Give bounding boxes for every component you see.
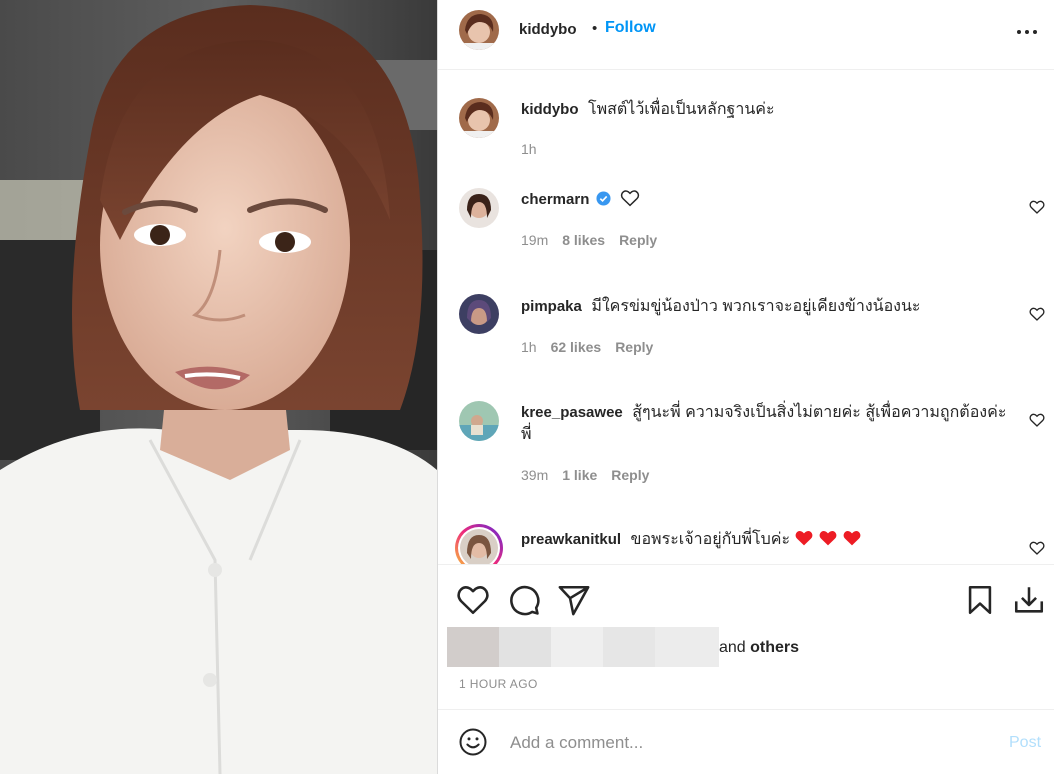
comment-avatar-image bbox=[459, 294, 499, 334]
likes-and-text: and bbox=[719, 639, 746, 656]
comment-text-block: preawkanitkul ขอพระเจ้าอยู่กับพี่โบค่ะ bbox=[521, 529, 1011, 551]
comment-like-heart-icon[interactable] bbox=[1029, 540, 1045, 556]
comment-avatar[interactable] bbox=[459, 294, 499, 334]
comment-avatar-image bbox=[459, 401, 499, 441]
caption-meta: 1h bbox=[521, 141, 551, 157]
comment-time[interactable]: 19m bbox=[521, 232, 548, 248]
comment-avatar-story-ring[interactable] bbox=[455, 524, 503, 564]
blurred-avatar bbox=[551, 627, 603, 667]
send-icon[interactable] bbox=[557, 583, 591, 617]
comment-avatar[interactable] bbox=[459, 188, 499, 228]
likes-others-link[interactable]: others bbox=[750, 639, 799, 656]
comment-time[interactable]: 39m bbox=[521, 467, 548, 483]
comment-likes[interactable]: 62 likes bbox=[551, 339, 602, 355]
comment-likes[interactable]: 1 like bbox=[562, 467, 597, 483]
author-avatar-image bbox=[459, 10, 499, 50]
comment-like-heart-icon[interactable] bbox=[1029, 199, 1045, 215]
comment-text-block: pimpaka มีใครข่มขู่น้องป่าว พวกเราจะอยู่… bbox=[521, 296, 1011, 318]
comment-username[interactable]: preawkanitkul bbox=[521, 531, 621, 548]
blurred-avatar bbox=[447, 627, 499, 667]
comment-time[interactable]: 1h bbox=[521, 339, 537, 355]
blurred-avatar bbox=[655, 627, 719, 667]
author-avatar[interactable] bbox=[459, 10, 499, 50]
comment-username[interactable]: kree_pasawee bbox=[521, 404, 623, 421]
post-header: kiddybo • Follow bbox=[438, 0, 1054, 70]
comment-reply-button[interactable]: Reply bbox=[611, 467, 649, 483]
post-panel: kiddybo • Follow kiddybo โพสต์ไว้เพื่อเป… bbox=[437, 0, 1054, 774]
comment-likes[interactable]: 8 likes bbox=[562, 232, 605, 248]
more-horizontal-icon[interactable] bbox=[1015, 20, 1039, 44]
comment-like-heart-icon[interactable] bbox=[1029, 412, 1045, 428]
comment-text-block: kree_pasawee สู้ๆนะพี่ ความจริงเป็นสิ่งไ… bbox=[521, 402, 1011, 446]
caption-avatar[interactable] bbox=[459, 98, 499, 138]
add-comment-input[interactable] bbox=[508, 730, 992, 756]
comment-like-heart-icon[interactable] bbox=[1029, 306, 1045, 322]
comment-text-block: chermarn bbox=[521, 189, 1011, 211]
comment-icon[interactable] bbox=[507, 583, 541, 617]
post-timestamp[interactable]: 1 HOUR AGO bbox=[459, 677, 538, 691]
comment-text: มีใครข่มขู่น้องป่าว พวกเราจะอยู่เคียงข้า… bbox=[591, 298, 921, 315]
action-bar: and others 1 HOUR AGO bbox=[438, 564, 1054, 709]
comment-reply-button[interactable]: Reply bbox=[619, 232, 657, 248]
comment-meta: 1h 62 likes Reply bbox=[521, 339, 667, 355]
comment-reply-button[interactable]: Reply bbox=[615, 339, 653, 355]
comment-username[interactable]: chermarn bbox=[521, 191, 589, 208]
red-heart-emoji-icon bbox=[844, 530, 861, 546]
red-heart-emoji-icon bbox=[796, 530, 813, 546]
emoji-icon[interactable] bbox=[458, 727, 488, 757]
bookmark-icon[interactable] bbox=[963, 583, 997, 617]
comment-avatar-image bbox=[459, 188, 499, 228]
separator-dot: • bbox=[592, 20, 598, 37]
caption-time[interactable]: 1h bbox=[521, 141, 537, 157]
post-photo bbox=[0, 0, 437, 774]
comments-list[interactable]: kiddybo โพสต์ไว้เพื่อเป็นหลักฐานค่ะ 1h c… bbox=[438, 70, 1054, 564]
comment-text: ขอพระเจ้าอยู่กับพี่โบค่ะ bbox=[630, 531, 791, 548]
red-heart-emoji-icon bbox=[820, 530, 837, 546]
comment-meta: 39m 1 like Reply bbox=[521, 467, 663, 483]
comment-avatar-image bbox=[460, 529, 498, 564]
download-icon[interactable] bbox=[1012, 583, 1046, 617]
likes-summary: and others bbox=[719, 639, 799, 657]
outline-heart-emoji-icon bbox=[620, 190, 639, 207]
blurred-avatar bbox=[499, 627, 551, 667]
caption-avatar-image bbox=[459, 98, 499, 138]
comment-username[interactable]: pimpaka bbox=[521, 298, 582, 315]
caption-username[interactable]: kiddybo bbox=[521, 101, 579, 118]
post-media[interactable] bbox=[0, 0, 437, 774]
heart-icon[interactable] bbox=[456, 583, 490, 617]
comment-avatar[interactable] bbox=[459, 401, 499, 441]
red-hearts-emoji bbox=[794, 530, 862, 548]
blurred-avatar bbox=[603, 627, 655, 667]
follow-button[interactable]: Follow bbox=[605, 19, 656, 37]
caption-text: โพสต์ไว้เพื่อเป็นหลักฐานค่ะ bbox=[587, 101, 775, 118]
author-username[interactable]: kiddybo bbox=[519, 21, 577, 38]
post-comment-button[interactable]: Post bbox=[1009, 734, 1041, 752]
verified-badge-icon bbox=[596, 191, 611, 206]
add-comment-bar: Post bbox=[438, 709, 1054, 774]
caption-text-block: kiddybo โพสต์ไว้เพื่อเป็นหลักฐานค่ะ bbox=[521, 99, 1011, 121]
comment-meta: 19m 8 likes Reply bbox=[521, 232, 671, 248]
